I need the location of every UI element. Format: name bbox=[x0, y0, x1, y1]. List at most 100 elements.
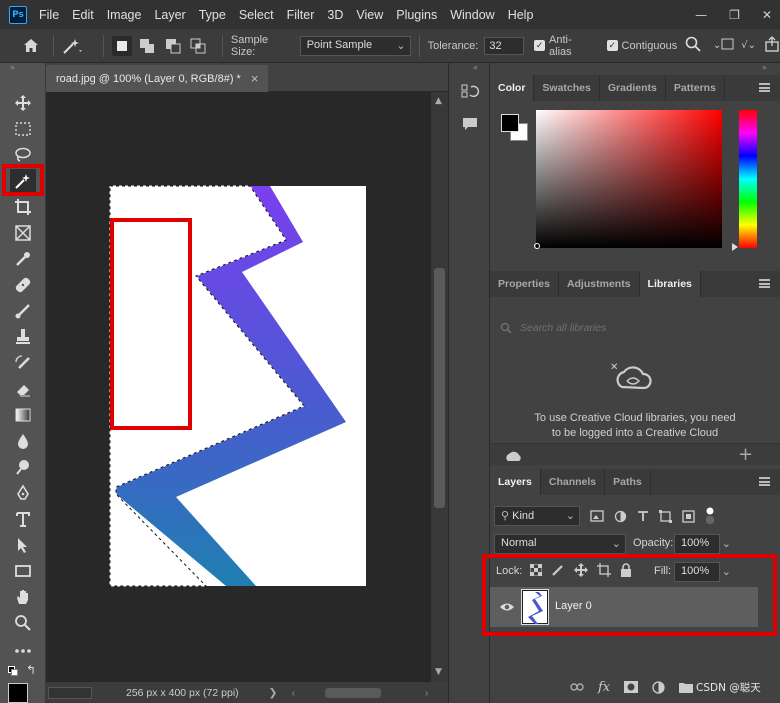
tab-swatches[interactable]: Swatches bbox=[534, 75, 600, 101]
more-tools-icon[interactable] bbox=[10, 639, 36, 663]
horizontal-scroll-thumb[interactable] bbox=[324, 687, 381, 698]
color-picker-handle[interactable] bbox=[534, 243, 540, 249]
tab-gradients[interactable]: Gradients bbox=[600, 75, 666, 101]
clone-stamp-tool-icon[interactable] bbox=[10, 325, 36, 349]
adjustment-layer-icon[interactable] bbox=[652, 680, 665, 694]
menu-layer[interactable]: Layer bbox=[154, 8, 185, 22]
vertical-scrollbar[interactable]: ▲ ▼ bbox=[431, 92, 448, 682]
zoom-field[interactable] bbox=[48, 686, 92, 699]
share-icon[interactable] bbox=[764, 36, 780, 55]
comments-panel-icon[interactable] bbox=[462, 116, 478, 135]
libraries-panel-menu-icon[interactable] bbox=[759, 279, 770, 288]
menu-select[interactable]: Select bbox=[239, 8, 274, 22]
menu-help[interactable]: Help bbox=[508, 8, 534, 22]
new-group-icon[interactable] bbox=[679, 681, 694, 693]
menu-3d[interactable]: 3D bbox=[327, 8, 343, 22]
eraser-tool-icon[interactable] bbox=[10, 377, 36, 401]
tab-layers[interactable]: Layers bbox=[490, 469, 541, 495]
tolerance-input[interactable] bbox=[484, 36, 525, 55]
tab-paths[interactable]: Paths bbox=[605, 469, 651, 495]
blur-tool-icon[interactable] bbox=[10, 429, 36, 453]
magic-wand-preset-icon[interactable] bbox=[62, 37, 95, 55]
type-tool-icon[interactable] bbox=[10, 507, 36, 531]
foreground-color-chip[interactable] bbox=[501, 114, 519, 132]
menu-view[interactable]: View bbox=[356, 8, 383, 22]
tab-color[interactable]: Color bbox=[490, 75, 535, 101]
sample-size-select[interactable]: Point Sample ⌄ bbox=[299, 35, 411, 56]
tab-adjustments[interactable]: Adjustments bbox=[559, 271, 640, 297]
close-window-button[interactable]: ✕ bbox=[762, 8, 772, 22]
eyedropper-tool-icon[interactable] bbox=[10, 247, 36, 271]
workspace-icon[interactable]: ⌄ bbox=[713, 37, 735, 54]
opacity-input[interactable]: 100% ⌄ bbox=[674, 534, 731, 554]
canvas-area[interactable] bbox=[46, 92, 431, 682]
default-colors-icon[interactable] bbox=[8, 666, 18, 676]
home-icon[interactable] bbox=[22, 37, 39, 55]
path-selection-tool-icon[interactable] bbox=[10, 533, 36, 557]
scroll-down-icon[interactable]: ▼ bbox=[435, 667, 442, 677]
library-search-field[interactable]: Search all libraries bbox=[500, 317, 770, 339]
color-field[interactable] bbox=[536, 110, 722, 248]
tab-patterns[interactable]: Patterns bbox=[666, 75, 725, 101]
rectangle-tool-icon[interactable] bbox=[10, 559, 36, 583]
menu-file[interactable]: File bbox=[39, 8, 59, 22]
foreground-color-swatch[interactable] bbox=[8, 683, 28, 703]
zoom-tool-icon[interactable] bbox=[10, 611, 36, 635]
move-tool-icon[interactable] bbox=[10, 91, 36, 115]
blend-mode-select[interactable]: Normal ⌄ bbox=[494, 534, 626, 554]
anti-alias-checkbox[interactable]: ✓ bbox=[534, 40, 546, 51]
expand-panels-icon[interactable]: « bbox=[473, 63, 478, 72]
tab-libraries[interactable]: Libraries bbox=[639, 271, 701, 297]
dropdown-icon[interactable]: √⌄ bbox=[741, 40, 756, 51]
status-menu-arrow[interactable]: ❯ bbox=[269, 687, 278, 699]
dodge-tool-icon[interactable] bbox=[10, 455, 36, 479]
gradient-tool-icon[interactable] bbox=[10, 403, 36, 427]
cloud-sync-icon[interactable] bbox=[504, 449, 524, 463]
menu-type[interactable]: Type bbox=[199, 8, 226, 22]
close-tab-icon[interactable]: × bbox=[251, 71, 259, 86]
history-panel-icon[interactable] bbox=[460, 83, 480, 106]
new-selection-mode-button[interactable] bbox=[112, 35, 132, 56]
minimize-button[interactable]: — bbox=[695, 8, 707, 22]
scroll-left-icon[interactable]: ‹ bbox=[291, 687, 295, 699]
contiguous-checkbox[interactable]: ✓ bbox=[606, 40, 618, 51]
hue-slider[interactable] bbox=[739, 110, 757, 248]
marquee-tool-icon[interactable] bbox=[10, 117, 36, 141]
document-tab[interactable]: road.jpg @ 100% (Layer 0, RGB/8#) * × bbox=[46, 65, 269, 92]
collapse-icon[interactable]: » bbox=[0, 63, 45, 73]
menu-filter[interactable]: Filter bbox=[287, 8, 315, 22]
restore-button[interactable]: ❐ bbox=[729, 8, 740, 22]
frame-tool-icon[interactable] bbox=[10, 221, 36, 245]
layers-panel-menu-icon[interactable] bbox=[759, 477, 770, 486]
hue-slider-handle[interactable] bbox=[732, 243, 738, 251]
add-mask-icon[interactable] bbox=[624, 681, 639, 693]
menu-plugins[interactable]: Plugins bbox=[396, 8, 437, 22]
swap-colors-icon[interactable]: ↰ bbox=[26, 663, 36, 677]
healing-brush-tool-icon[interactable] bbox=[10, 273, 36, 297]
menu-edit[interactable]: Edit bbox=[72, 8, 94, 22]
history-brush-tool-icon[interactable] bbox=[10, 351, 36, 375]
layer-effects-icon[interactable]: fx bbox=[598, 680, 610, 695]
menu-window[interactable]: Window bbox=[450, 8, 494, 22]
link-layers-icon[interactable] bbox=[570, 682, 584, 692]
collapse-right-icon[interactable]: » bbox=[762, 63, 767, 72]
add-selection-mode-button[interactable] bbox=[138, 36, 157, 56]
tab-channels[interactable]: Channels bbox=[541, 469, 606, 495]
tab-properties[interactable]: Properties bbox=[490, 271, 559, 297]
menu-image[interactable]: Image bbox=[107, 8, 142, 22]
hand-tool-icon[interactable] bbox=[10, 585, 36, 609]
subtract-selection-mode-button[interactable] bbox=[163, 36, 182, 56]
layer-filter-kind-select[interactable]: ⚲ Kind ⌄ bbox=[494, 506, 580, 526]
crop-tool-icon[interactable] bbox=[10, 195, 36, 219]
intersect-selection-mode-button[interactable] bbox=[189, 36, 208, 56]
pen-tool-icon[interactable] bbox=[10, 481, 36, 505]
brush-tool-icon[interactable] bbox=[10, 299, 36, 323]
document-canvas[interactable] bbox=[46, 92, 431, 682]
add-library-button[interactable]: + bbox=[738, 444, 753, 465]
search-icon[interactable] bbox=[685, 36, 701, 55]
scrollbar-thumb[interactable] bbox=[434, 268, 445, 508]
scroll-right-icon[interactable]: › bbox=[425, 687, 429, 699]
color-panel-menu-icon[interactable] bbox=[759, 83, 770, 92]
scroll-up-icon[interactable]: ▲ bbox=[435, 96, 442, 106]
type-layer-filter-icon bbox=[638, 511, 648, 521]
